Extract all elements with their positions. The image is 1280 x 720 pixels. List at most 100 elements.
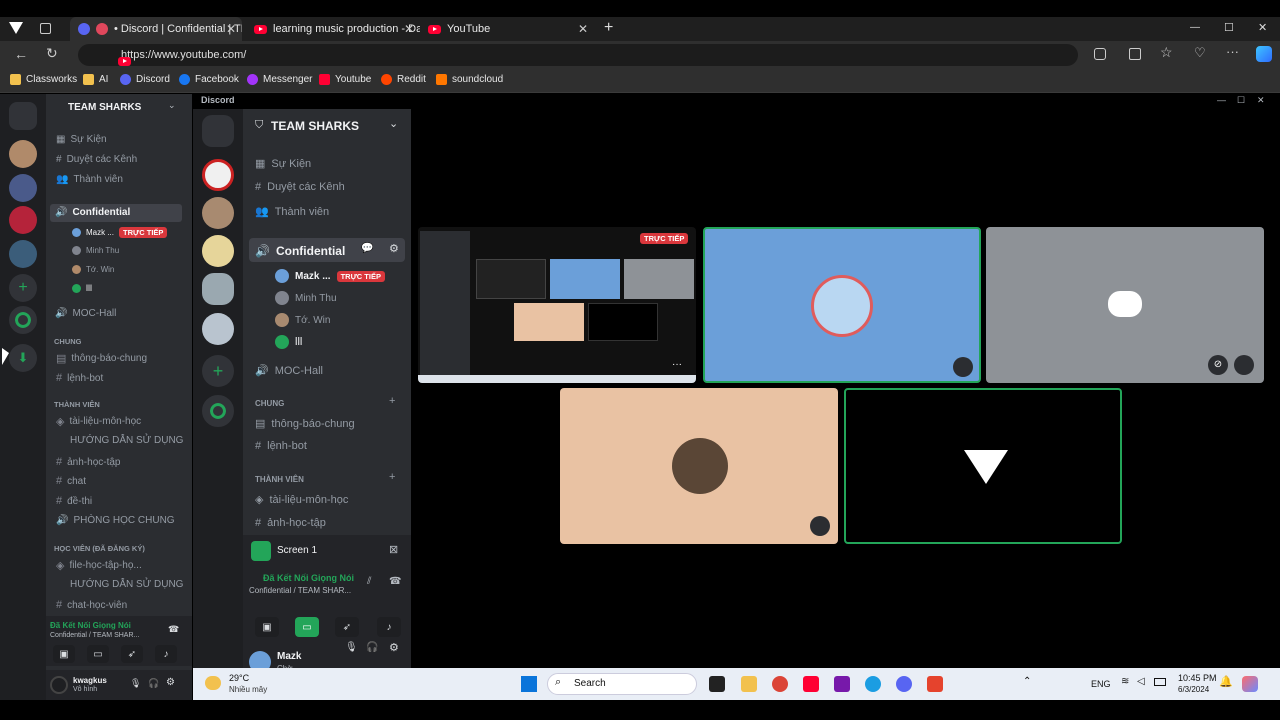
clock-date[interactable]: 6/3/2024 [1178,685,1209,694]
explore-icon[interactable] [9,306,37,334]
inner-mic-icon[interactable]: 🎙 [345,642,358,653]
explore-icon[interactable] [202,395,234,427]
inner-minimize-button[interactable]: — [1217,95,1226,105]
bookmark-facebook[interactable]: Facebook [179,74,239,85]
category-thanh-vien[interactable]: THÀNH VIÊN [54,400,100,409]
channel-lenh-bot[interactable]: # lệnh-bot [255,440,307,452]
server-name[interactable]: TEAM SHARKS [271,119,359,133]
close-tab-icon[interactable]: ✕ [578,22,588,36]
voice-member[interactable]: Tớ. Win [275,313,330,327]
browse-channels-item[interactable]: # Duyệt các Kênh [56,154,137,165]
copilot-icon[interactable] [1256,46,1272,62]
new-tab-button[interactable]: + [604,19,613,37]
inner-headphones-icon[interactable]: 🎧 [366,642,378,653]
bookmark-ai[interactable]: AI [83,74,108,85]
channel-file-hoc-tap[interactable]: ◈ file-học-tập-họ... [56,559,142,572]
screen-share-button[interactable]: ▭ [87,645,109,663]
voice-channel-moc-hall[interactable]: 🔊 MOC-Hall [255,364,323,378]
channel-chat-hoc-vien[interactable]: # chat-học-viên [56,599,127,611]
start-button[interactable] [521,676,537,692]
copilot-icon[interactable] [1242,676,1258,692]
voice-member[interactable]: Mazk ... TRỰC TIẾP [72,227,168,238]
browser-essentials-icon[interactable]: ♡ [1194,45,1206,61]
wifi-icon[interactable]: ≋ [1121,676,1129,687]
disconnect-icon[interactable]: ☎ [389,576,401,587]
category-thanh-vien[interactable]: THÀNH VIÊN [255,475,304,484]
volume-icon[interactable]: ◁ [1137,676,1145,687]
notification-icon[interactable]: 🔔 [1219,675,1233,688]
events-item[interactable]: ▦ Sự Kiện [255,157,311,171]
tab-discord[interactable]: • Discord | Confidential | TE/ ✕ [70,17,242,41]
language-indicator[interactable]: ENG [1091,679,1111,689]
events-item[interactable]: ▦ Sự Kiện [56,134,107,145]
weather-icon[interactable] [205,676,221,690]
close-tab-icon[interactable]: ✕ [226,22,236,36]
search-box[interactable] [547,673,697,695]
refresh-icon[interactable]: ↻ [46,45,58,62]
members-item[interactable]: 👥 Thành viên [255,205,329,219]
tab-music[interactable]: learning music production - Day ✕ [246,17,420,41]
server-icon[interactable] [202,313,234,345]
bookmark-youtube[interactable]: Youtube [319,74,371,85]
channel-anh-hoc-tap[interactable]: # ảnh-học-tập [255,517,326,529]
voice-connected-sub[interactable]: Confidential / TEAM SHAR... [50,632,139,639]
bookmark-reddit[interactable]: Reddit [381,74,426,85]
camera-button[interactable]: ▣ [53,645,75,663]
settings-icon[interactable]: ⚙ [166,677,175,688]
chevron-up-icon[interactable]: ⌃ [1023,676,1031,687]
server-icon[interactable] [9,240,37,268]
mic-icon[interactable]: 🎙 [130,678,141,689]
channel-tai-lieu[interactable]: ◈ tài-liệu-môn-học [255,493,348,507]
add-server-icon[interactable]: + [202,355,234,387]
browser-menu-icon[interactable] [9,22,23,34]
favorites-icon[interactable]: ☆ [1160,44,1173,61]
maximize-button[interactable]: ☐ [1224,21,1234,34]
screen-share-button[interactable]: ▭ [295,617,319,637]
close-window-button[interactable]: ✕ [1258,21,1267,34]
wps-icon[interactable] [927,676,943,692]
voice-channel-confidential[interactable]: 🔊 Confidential [255,244,345,258]
extensions-icon[interactable] [1094,48,1106,60]
video-tile-mazk[interactable] [703,227,981,383]
back-icon[interactable]: ← [14,46,28,62]
soundboard-button[interactable]: ♪ [155,645,177,663]
voice-channel-moc-hall[interactable]: 🔊 MOC-Hall [55,308,116,319]
voice-member[interactable]: lll [275,335,302,349]
channel-thong-bao-chung[interactable]: ▤ thông-báo-chung [255,417,355,431]
voice-member[interactable]: Tớ. Win [72,265,114,274]
server-icon[interactable] [202,273,234,305]
clock-time[interactable]: 10:45 PM [1178,673,1217,683]
activity-button[interactable]: ➶ [335,617,359,637]
channel-tai-lieu[interactable]: ◈ tài-liệu-môn-học [56,415,141,428]
server-icon[interactable] [9,174,37,202]
chat-icon[interactable]: 💬 [361,243,373,254]
server-icon[interactable] [9,206,37,234]
more-icon[interactable]: ··· [672,359,682,370]
inner-settings-icon[interactable]: ⚙ [389,641,399,654]
members-item[interactable]: 👥 Thành viên [56,174,123,185]
chevron-down-icon[interactable]: ⌄ [168,100,176,111]
server-icon[interactable] [202,159,234,191]
add-channel-icon[interactable]: + [389,395,395,407]
activity-button[interactable]: ➶ [121,645,143,663]
task-view-icon[interactable] [709,676,725,692]
discord-icon[interactable] [896,676,912,692]
chrome-icon[interactable] [772,676,788,692]
server-name[interactable]: TEAM SHARKS [68,102,141,113]
inner-maximize-button[interactable]: ☐ [1237,95,1245,106]
voice-member[interactable]: Minh Thu [275,291,337,305]
gear-icon[interactable]: ⚙ [389,242,399,255]
browse-channels-item[interactable]: # Duyệt các Kênh [255,181,345,193]
bookmark-discord[interactable]: Discord [120,74,170,85]
add-channel-icon[interactable]: + [389,471,395,483]
camera-button[interactable]: ▣ [255,617,279,637]
channel-thong-bao-chung[interactable]: ▤ thông-báo-chung [56,352,147,365]
server-icon[interactable] [202,197,234,229]
category-hoc-vien[interactable]: HỌC VIÊN (ĐÃ ĐĂNG KÝ) [54,544,145,553]
chevron-down-icon[interactable]: ⌄ [389,117,398,130]
noise-icon[interactable]: ⫽ [367,576,371,587]
stream-tile[interactable]: TRỰC TIẾP ··· [418,227,696,383]
battery-icon[interactable] [1154,678,1166,686]
voice-member[interactable]: lll [72,283,92,293]
voice-channel-confidential[interactable]: 🔊 Confidential [55,207,130,218]
